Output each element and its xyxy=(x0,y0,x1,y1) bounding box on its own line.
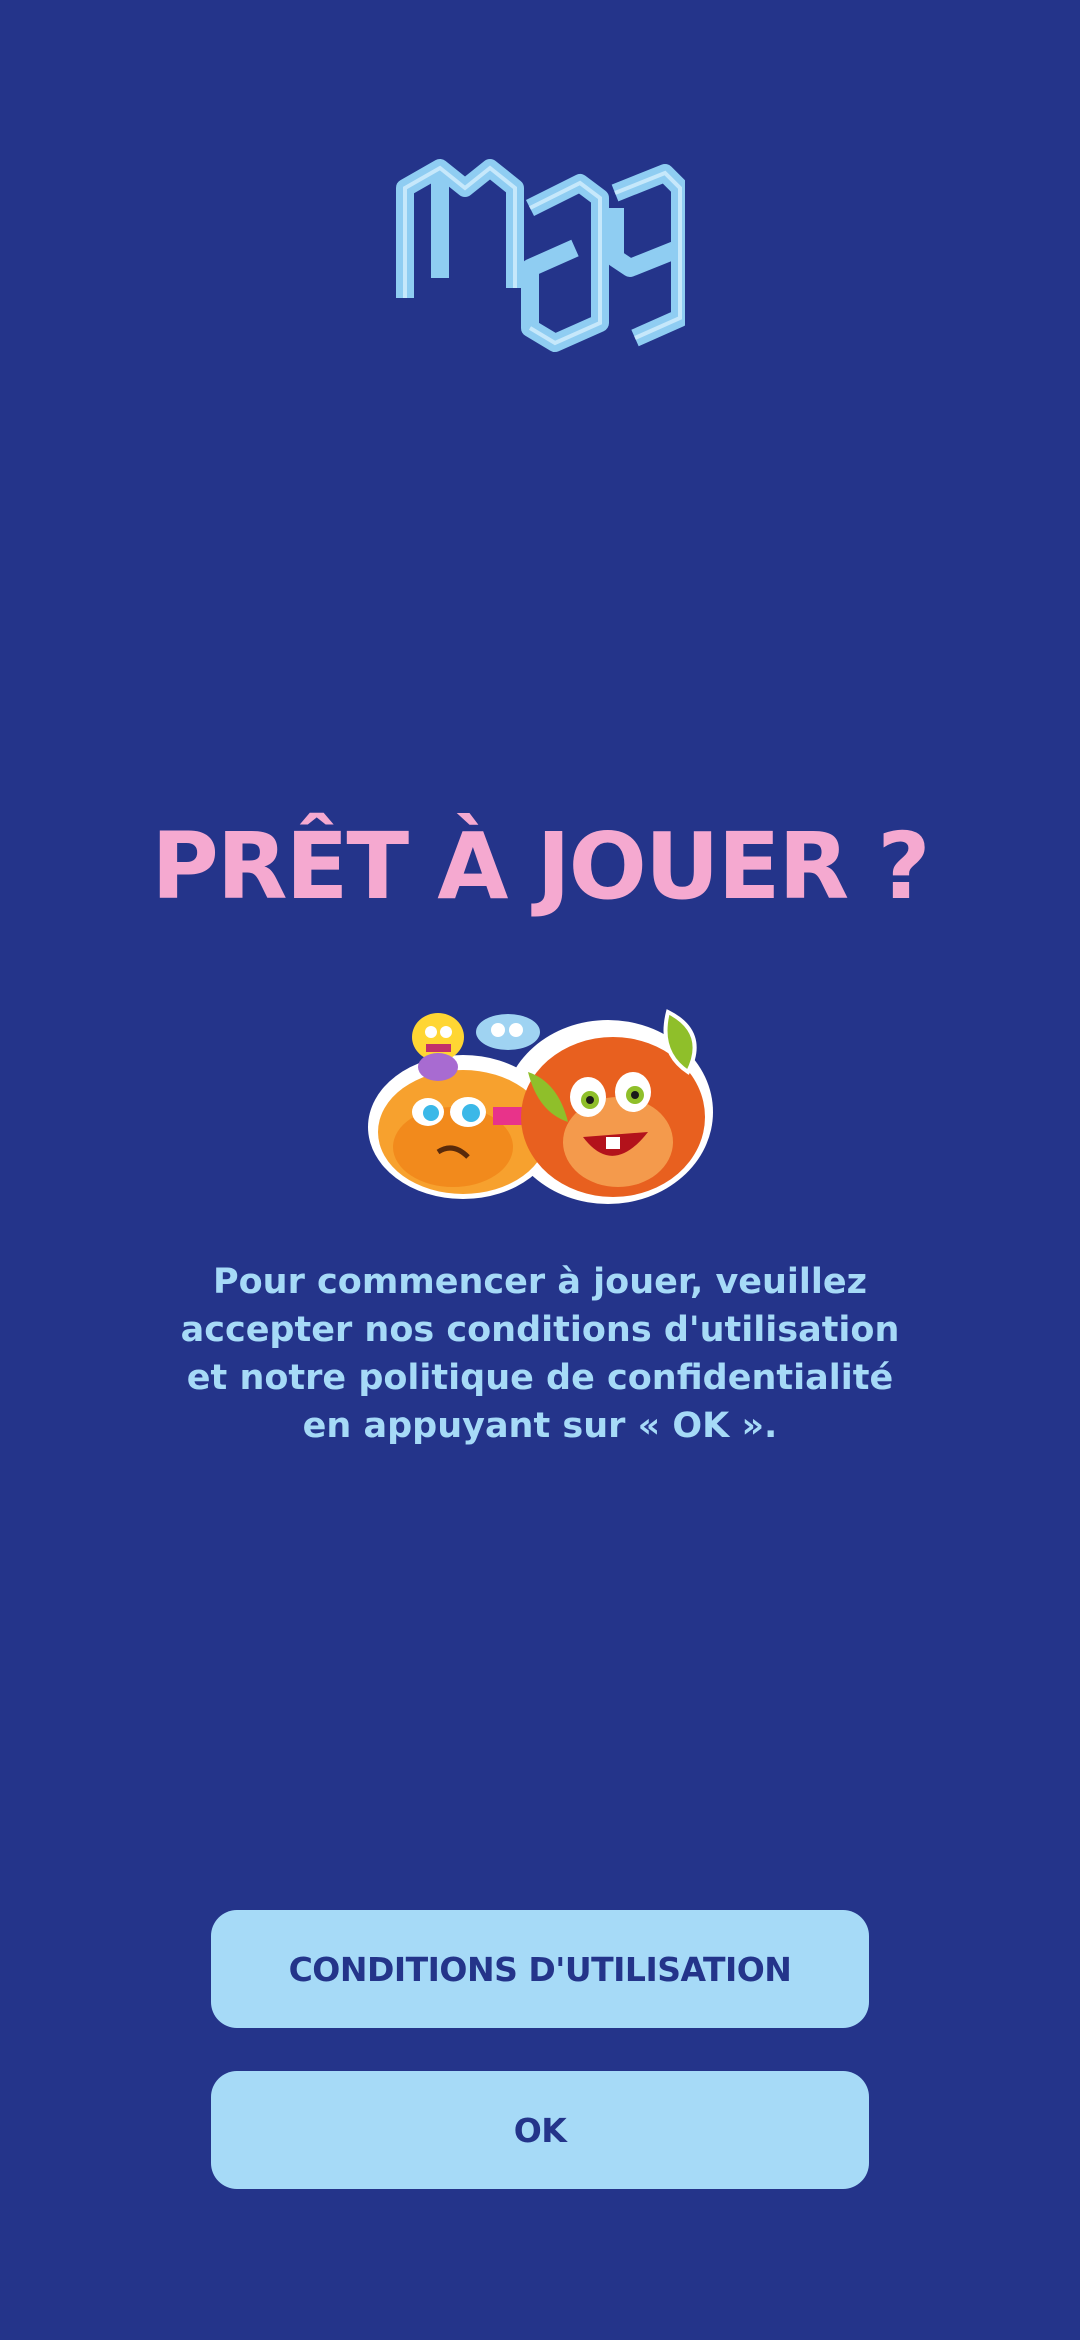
ok-button[interactable]: OK xyxy=(211,2071,869,2189)
consent-message: Pour commencer à jouer, veuillez accepte… xyxy=(180,1262,900,1446)
brand-logo xyxy=(396,159,685,352)
consent-screen: PRÊT À JOUER ? Pour commencer à jouer, v… xyxy=(0,0,1080,2340)
terms-of-use-button[interactable]: CONDITIONS D'UTILISATION xyxy=(211,1910,869,2028)
page-title: PRÊT À JOUER ? xyxy=(151,813,930,920)
game-mascots-illustration xyxy=(368,1009,713,1204)
